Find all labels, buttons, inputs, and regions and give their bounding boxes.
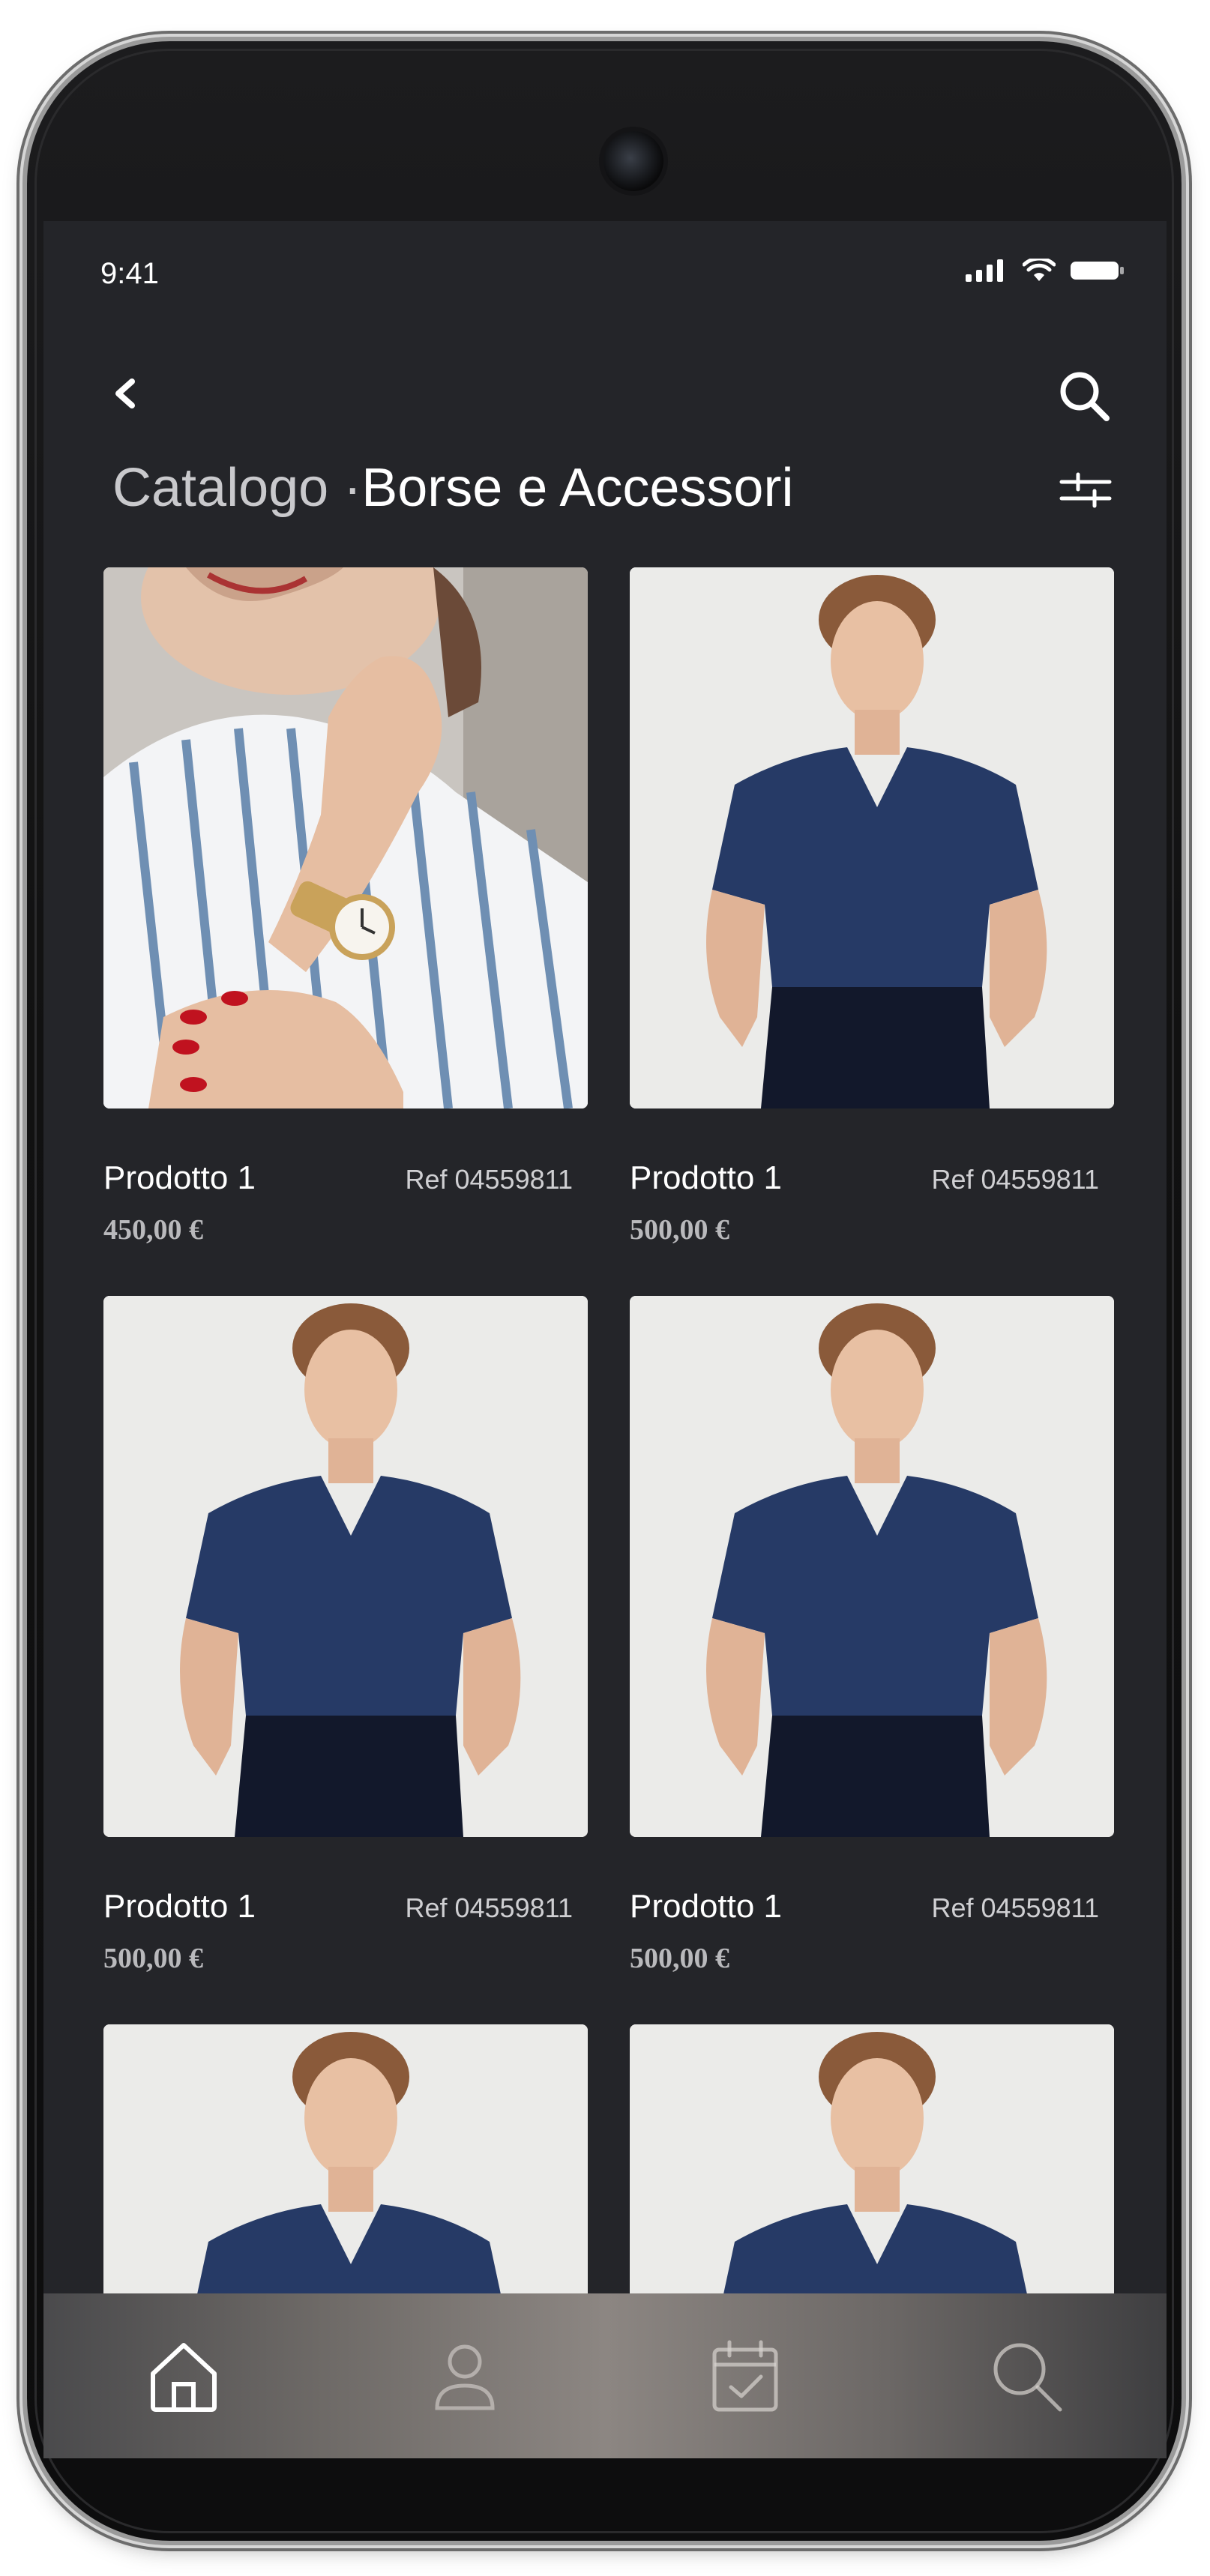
woman-navy-blouse-photo <box>103 1296 588 1837</box>
product-price: 500,00 € <box>630 1943 729 1974</box>
woman-navy-blouse-photo <box>630 1296 1114 1837</box>
product-image <box>630 567 1114 1108</box>
product-name: Prodotto 1 <box>103 1159 256 1196</box>
user-icon <box>435 2344 495 2410</box>
battery-icon <box>1071 262 1124 280</box>
home-icon <box>151 2343 217 2412</box>
calendar-check-icon <box>712 2340 778 2412</box>
tab-search[interactable] <box>981 2331 1071 2421</box>
page-title: Catalogo ·Borse e Accessori <box>112 457 793 519</box>
woman-navy-blouse-photo <box>630 567 1114 1108</box>
product-image <box>630 1296 1114 1837</box>
product-name: Prodotto 1 <box>103 1888 256 1925</box>
product-ref: Ref 04559811 <box>405 1892 573 1923</box>
tab-home[interactable] <box>139 2331 229 2421</box>
sliders-icon <box>1059 472 1112 508</box>
product-price: 500,00 € <box>630 1214 729 1246</box>
product-ref: Ref 04559811 <box>931 1164 1099 1195</box>
header-search-button[interactable] <box>1056 367 1116 427</box>
tab-calendar[interactable] <box>700 2331 790 2421</box>
status-time: 9:41 <box>100 257 159 290</box>
wifi-icon <box>1023 259 1056 281</box>
filter-button[interactable] <box>1056 468 1116 513</box>
search-icon <box>1060 372 1110 421</box>
app-screen: 9:41 Catalogo ·Borse e Accessori Prodott… <box>43 221 1167 2458</box>
status-icons <box>966 259 1125 283</box>
front-camera <box>604 131 663 191</box>
product-card[interactable]: Prodotto 1 Ref 04559811 500,00 € <box>630 567 1114 1246</box>
search-icon <box>993 2343 1062 2412</box>
product-price: 500,00 € <box>103 1943 203 1974</box>
product-image <box>103 1296 588 1837</box>
tab-profile[interactable] <box>420 2331 510 2421</box>
bottom-tab-bar <box>43 2293 1167 2458</box>
chevron-left-icon <box>115 378 135 408</box>
product-name: Prodotto 1 <box>630 1888 783 1925</box>
product-ref: Ref 04559811 <box>405 1164 573 1195</box>
back-button[interactable] <box>106 371 144 416</box>
title-main: Borse e Accessori <box>361 458 794 518</box>
title-prefix: Catalogo · <box>112 458 362 518</box>
woman-watch-photo <box>103 567 588 1108</box>
product-card[interactable]: Prodotto 1 Ref 04559811 500,00 € <box>630 1296 1114 1974</box>
product-ref: Ref 04559811 <box>931 1892 1099 1923</box>
product-name: Prodotto 1 <box>630 1159 783 1196</box>
product-image <box>103 567 588 1108</box>
product-card[interactable]: Prodotto 1 Ref 04559811 500,00 € <box>103 1296 588 1974</box>
product-card[interactable]: Prodotto 1 Ref 04559811 450,00 € <box>103 567 588 1246</box>
signal-icon <box>966 259 1003 282</box>
product-price: 450,00 € <box>103 1214 203 1246</box>
